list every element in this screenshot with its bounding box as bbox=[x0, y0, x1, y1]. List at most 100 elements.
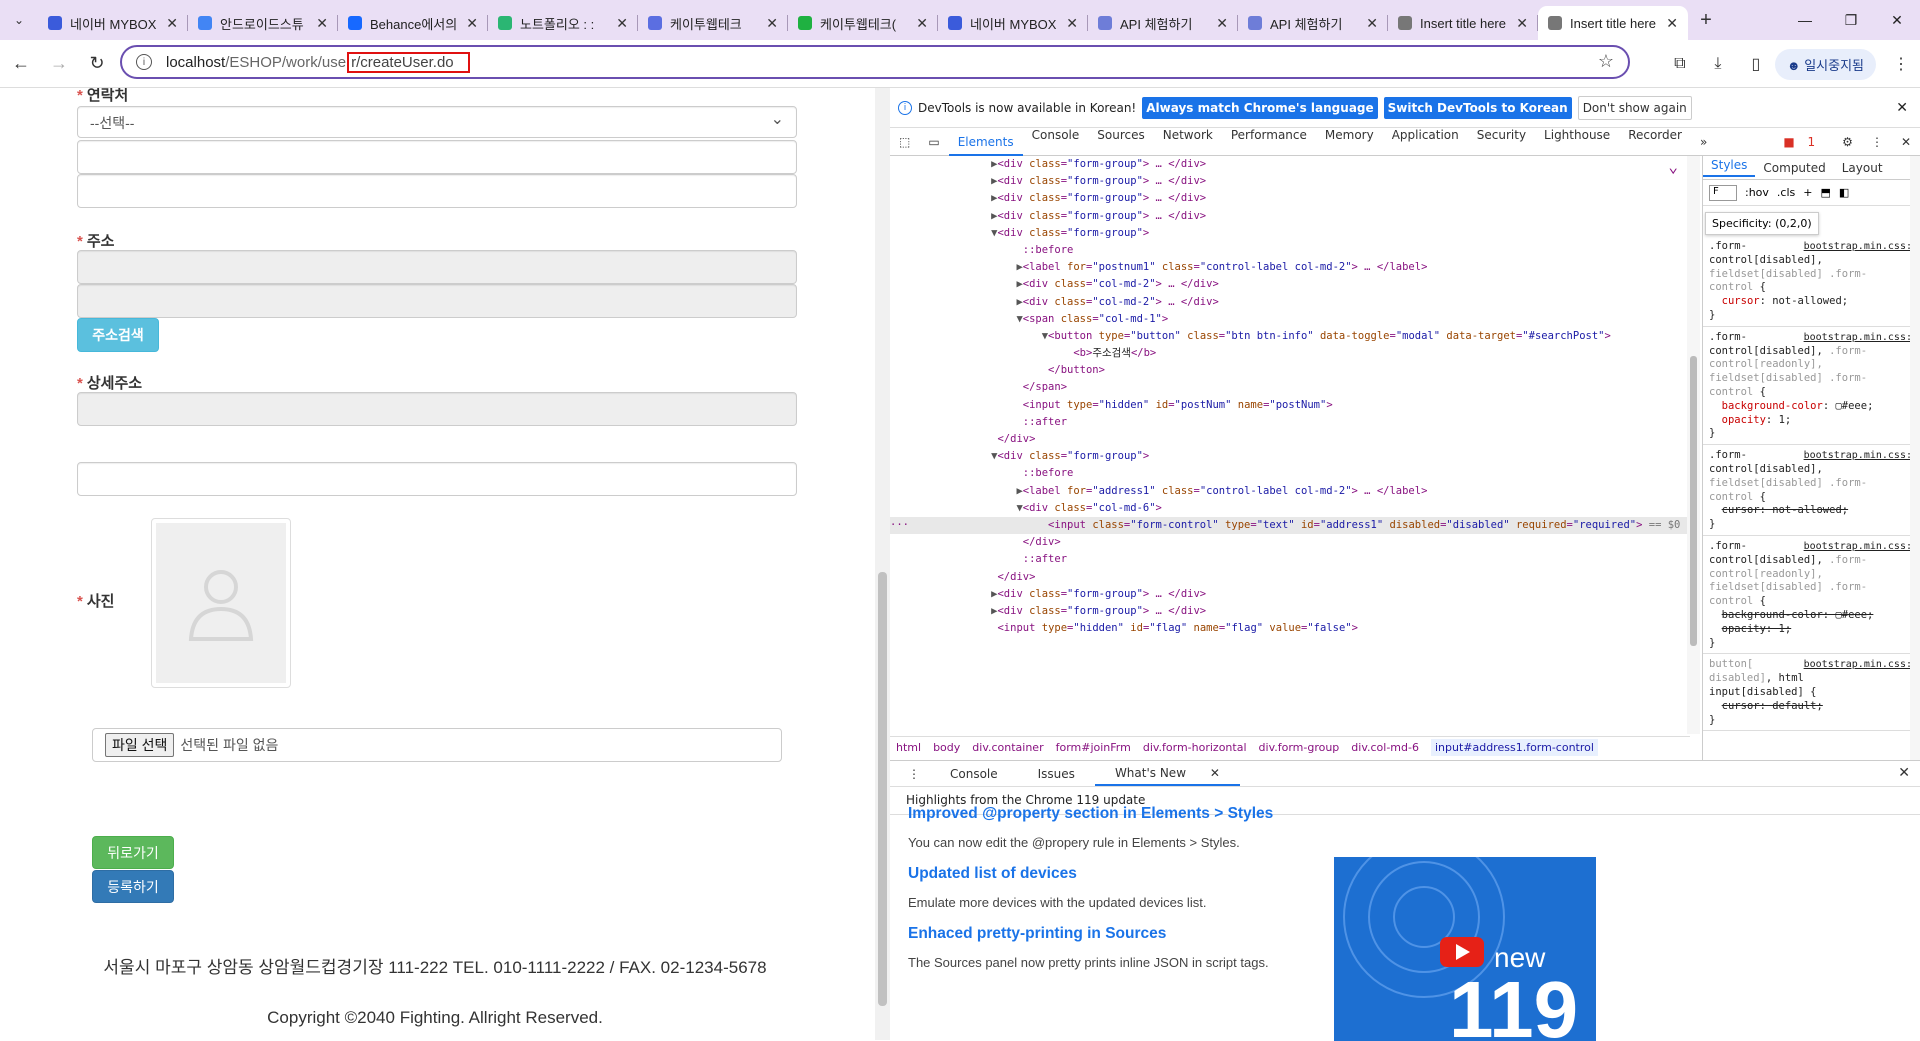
breadcrumb-item[interactable]: div.form-group bbox=[1259, 741, 1340, 754]
styles-tab[interactable]: Styles bbox=[1703, 158, 1756, 177]
dom-node-line[interactable]: ::after bbox=[890, 414, 1690, 431]
forward-icon[interactable]: → bbox=[42, 47, 76, 81]
dom-node-line[interactable]: ▼<div class="form-group"> bbox=[890, 225, 1690, 242]
tab-close-icon[interactable]: ✕ bbox=[916, 15, 928, 32]
hov-toggle[interactable]: :hov bbox=[1745, 186, 1769, 199]
dom-node-line[interactable]: ▼<button type="button" class="btn btn-in… bbox=[890, 328, 1690, 345]
dom-node-line[interactable]: <input type="hidden" id="flag" name="fla… bbox=[890, 620, 1690, 636]
tab-close-icon[interactable]: ✕ bbox=[1066, 15, 1078, 32]
whatsnew-title[interactable]: Updated list of devices bbox=[908, 865, 1206, 883]
drawer-tab[interactable]: What's New ✕ bbox=[1094, 766, 1240, 786]
drawer-tab[interactable]: Issues bbox=[1018, 767, 1095, 781]
drawer-close-icon[interactable]: ✕ bbox=[1898, 765, 1910, 781]
breadcrumb-item[interactable]: form#joinFrm bbox=[1056, 741, 1131, 754]
devtools-tab[interactable]: Performance bbox=[1222, 128, 1316, 156]
devtools-close-icon[interactable]: ✕ bbox=[1892, 135, 1920, 149]
whatsnew-title[interactable]: Enhaced pretty-printing in Sources bbox=[908, 925, 1269, 943]
dom-node-line[interactable]: ▶<label for="postnum1" class="control-la… bbox=[890, 259, 1690, 276]
inspect-element-icon[interactable]: ⬚ bbox=[890, 135, 919, 149]
elements-scrollbar[interactable] bbox=[1687, 156, 1700, 734]
dom-node-line[interactable]: ::before bbox=[890, 242, 1690, 259]
styles-tab[interactable]: Layout bbox=[1834, 161, 1891, 175]
devtools-tab[interactable]: Application bbox=[1383, 128, 1468, 156]
reload-icon[interactable]: ↻ bbox=[80, 47, 114, 81]
dom-node-line[interactable]: ▶<div class="form-group"> … </div> bbox=[890, 190, 1690, 207]
download-icon[interactable]: ⤓ bbox=[1699, 55, 1737, 73]
rule-source-link[interactable]: bootstrap.min.css:5 bbox=[1804, 540, 1918, 554]
dom-node-line[interactable]: ▶<div class="form-group"> … </div> bbox=[890, 586, 1690, 603]
more-tabs-icon[interactable]: » bbox=[1691, 135, 1716, 149]
rule-source-link[interactable]: bootstrap.min.css:5 bbox=[1804, 240, 1918, 254]
computed-sidebar-icon[interactable]: ◧ bbox=[1839, 186, 1849, 199]
tab-close-icon[interactable]: ✕ bbox=[466, 15, 478, 32]
browser-tab[interactable]: 노트폴리오 : : ✕ bbox=[488, 6, 638, 40]
css-rule[interactable]: bootstrap.min.css:5 .form-control[disable… bbox=[1703, 536, 1920, 655]
dom-node-line[interactable]: </div> bbox=[890, 569, 1690, 586]
tab-close-icon[interactable]: ✕ bbox=[316, 15, 328, 32]
css-rule[interactable]: bootstrap.min.css:5 .form-control[disable… bbox=[1703, 445, 1920, 536]
rule-source-link[interactable]: bootstrap.min.css:5 bbox=[1804, 658, 1918, 672]
dom-node-line[interactable]: <b>주소검색</b> bbox=[890, 345, 1690, 362]
browser-tab[interactable]: Insert title here ✕ bbox=[1388, 6, 1538, 40]
dom-node-line[interactable]: ▶<div class="form-group"> … </div> bbox=[890, 173, 1690, 190]
back-icon[interactable]: ← bbox=[4, 47, 38, 81]
file-select-button[interactable]: 파일 선택 bbox=[105, 733, 175, 757]
dom-node-line[interactable]: ··· <input class="form-control" type="te… bbox=[890, 516, 1690, 535]
breadcrumb-item[interactable]: div.col-md-6 bbox=[1351, 741, 1419, 754]
dom-node-line[interactable]: ::after bbox=[890, 551, 1690, 568]
chrome-119-promo-image[interactable]: new 119 bbox=[1334, 857, 1596, 1041]
tab-close-icon[interactable]: ✕ bbox=[1366, 15, 1378, 32]
profile-paused-button[interactable]: ☻ 일시중지됨 bbox=[1774, 48, 1876, 80]
devtools-tab[interactable]: Lighthouse bbox=[1535, 128, 1619, 156]
tab-close-icon[interactable]: ✕ bbox=[166, 15, 178, 32]
css-rule[interactable]: bootstrap.min.css:5 button[disabled], htm… bbox=[1703, 654, 1920, 732]
dom-node-line[interactable]: ▼<div class="form-group"> bbox=[890, 448, 1690, 465]
infobar-close-icon[interactable]: ✕ bbox=[1896, 100, 1908, 116]
cls-toggle[interactable]: .cls bbox=[1777, 186, 1795, 199]
devtools-tab[interactable]: Elements bbox=[948, 135, 1023, 156]
switch-korean-button[interactable]: Switch DevTools to Korean bbox=[1383, 96, 1572, 119]
dom-node-line[interactable]: ▶<div class="col-md-2"> … </div> bbox=[890, 276, 1690, 293]
contact-last-input[interactable] bbox=[77, 174, 797, 208]
dom-node-line[interactable]: ▶<div class="form-group"> … </div> bbox=[890, 603, 1690, 620]
address-search-button[interactable]: 주소검색 bbox=[77, 318, 159, 352]
breadcrumb-item[interactable]: html bbox=[896, 741, 921, 754]
paint-icon[interactable]: ⬒ bbox=[1820, 186, 1830, 199]
bookmark-star-icon[interactable]: ☆ bbox=[1598, 51, 1614, 72]
tab-close-icon[interactable]: ✕ bbox=[1516, 15, 1528, 32]
dom-node-line[interactable]: </button> bbox=[890, 362, 1690, 379]
css-rule[interactable]: bootstrap.min.css:5 .form-control[disable… bbox=[1703, 236, 1920, 327]
dom-node-line[interactable]: </span> bbox=[890, 379, 1690, 396]
devtools-tab[interactable]: Memory bbox=[1316, 128, 1383, 156]
browser-tab[interactable]: 네이버 MYBOX ✕ bbox=[38, 6, 188, 40]
devtools-tab[interactable]: Recorder bbox=[1619, 128, 1691, 156]
devtools-tab[interactable]: Sources bbox=[1088, 128, 1153, 156]
devtools-tab[interactable]: Console bbox=[1023, 128, 1089, 156]
tab-close-icon[interactable]: ✕ bbox=[616, 15, 628, 32]
contact-middle-input[interactable] bbox=[77, 140, 797, 174]
browser-tab[interactable]: Behance에서의 ✕ bbox=[338, 6, 488, 40]
styles-filter-input[interactable]: F bbox=[1709, 184, 1737, 201]
tab-close-icon[interactable]: ✕ bbox=[1200, 766, 1230, 780]
restore-icon[interactable]: ❐ bbox=[1828, 0, 1874, 40]
match-language-button[interactable]: Always match Chrome's language bbox=[1142, 96, 1378, 119]
browser-tab[interactable]: Insert title here ✕ bbox=[1538, 6, 1688, 40]
add-rule-icon[interactable]: + bbox=[1803, 186, 1812, 199]
browser-tab[interactable]: 네이버 MYBOX ✕ bbox=[938, 6, 1088, 40]
dom-node-line[interactable]: ▼<span class="col-md-1"> bbox=[890, 311, 1690, 328]
elements-tree[interactable]: ▶<div class="form-group"> … </div> ▶<div… bbox=[890, 156, 1690, 636]
register-button[interactable]: 등록하기 bbox=[92, 870, 174, 903]
tab-close-icon[interactable]: ✕ bbox=[766, 15, 778, 32]
breadcrumb-item[interactable]: div.container bbox=[972, 741, 1043, 754]
browser-tab[interactable]: 케이투웹테크 ✕ bbox=[638, 6, 788, 40]
tab-search-chevron-icon[interactable]: ⌄ bbox=[0, 0, 38, 40]
devtools-kebab-icon[interactable]: ⋮ bbox=[1862, 135, 1892, 149]
menu-kebab-icon[interactable]: ⋮ bbox=[1882, 54, 1920, 74]
tab-close-icon[interactable]: ✕ bbox=[1216, 15, 1228, 32]
devtools-tab[interactable]: Network bbox=[1154, 128, 1222, 156]
devtools-tab[interactable]: Security bbox=[1468, 128, 1535, 156]
rule-source-link[interactable]: bootstrap.min.css:5 bbox=[1804, 449, 1918, 463]
browser-tab[interactable]: API 체험하기 ✕ bbox=[1088, 6, 1238, 40]
dom-node-line[interactable]: ::before bbox=[890, 465, 1690, 482]
browser-tab[interactable]: 안드로이드스튜 ✕ bbox=[188, 6, 338, 40]
